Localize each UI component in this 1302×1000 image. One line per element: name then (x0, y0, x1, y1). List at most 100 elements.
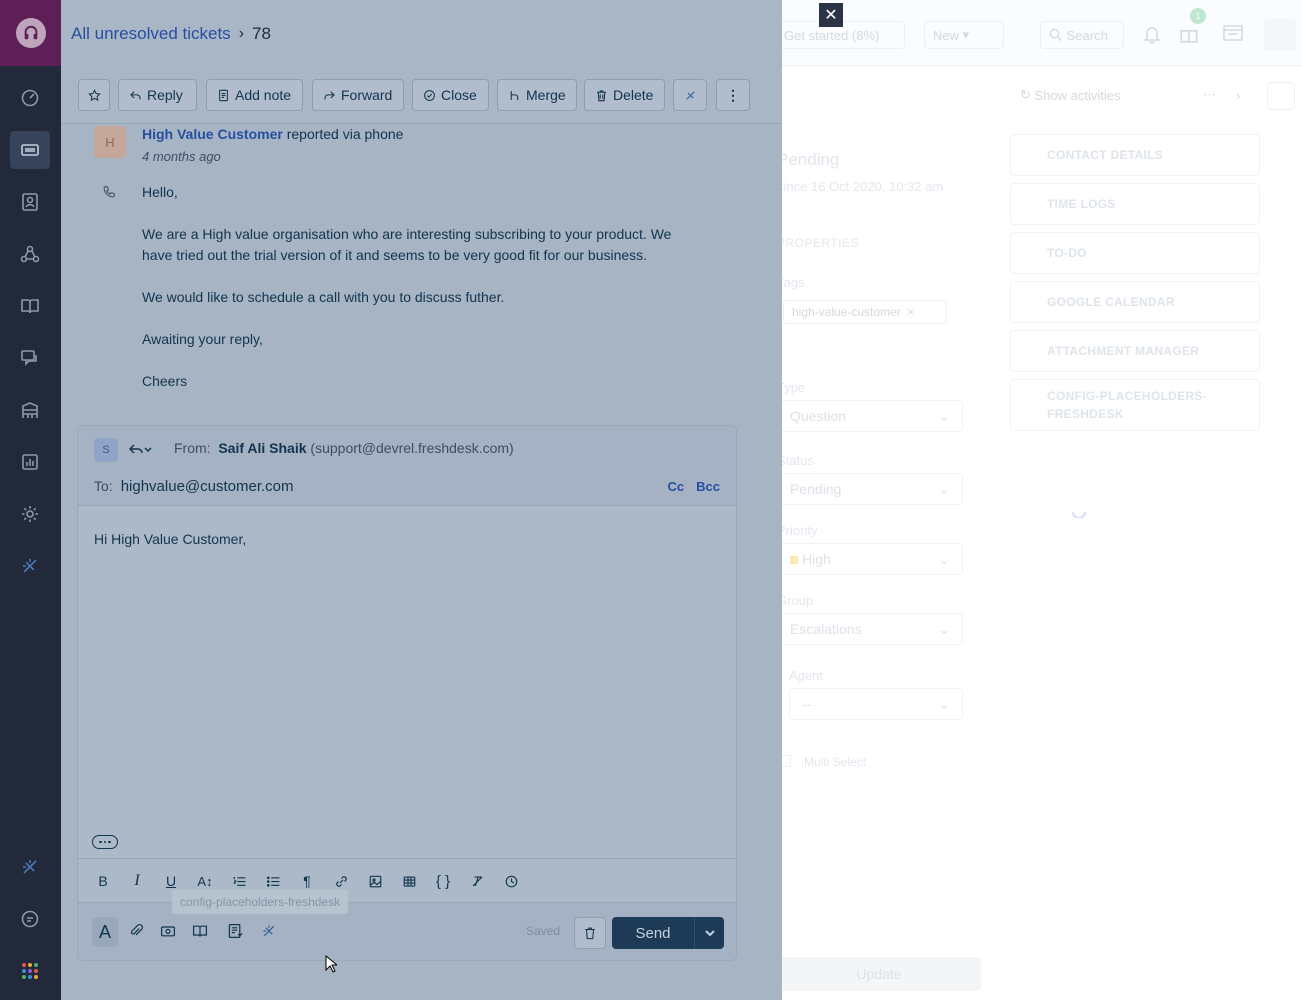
group-select[interactable]: Escalations ⌄ (777, 613, 963, 645)
breadcrumb: All unresolved tickets › 78 (71, 24, 271, 44)
history-icon[interactable] (501, 871, 521, 891)
to-email[interactable]: highvalue@customer.com (121, 478, 294, 495)
message-line-2: We are a High value organisation who are… (142, 226, 672, 263)
reply-button[interactable]: Reply (118, 79, 197, 111)
widget-config-placeholders[interactable]: CONFIG-PLACEHOLDERS-FRESHDESK (1010, 379, 1260, 431)
solution-article-icon[interactable] (188, 919, 212, 943)
app-plugin-icon[interactable] (10, 547, 50, 585)
priority-select[interactable]: High ⌄ (777, 543, 963, 575)
show-activities-button[interactable]: ↻ Show activities (1012, 80, 1190, 110)
reply-icon (130, 90, 141, 99)
paragraph-icon[interactable]: ¶ (297, 871, 317, 891)
reports-icon[interactable] (10, 443, 50, 481)
close-ticket-button[interactable]: Close (412, 79, 489, 111)
text-format-icon[interactable]: A (92, 917, 118, 947)
clear-format-icon[interactable] (467, 871, 487, 891)
ticket-toolbar: Reply Add note Forward Close Merge Delet… (61, 66, 782, 124)
message-line-5: Cheers (142, 373, 188, 389)
forward-button[interactable]: Forward (312, 79, 404, 111)
reply-editor: S From: Saif Ali Shaik (support@devrel.f… (77, 425, 737, 961)
mouse-cursor-icon (325, 955, 337, 973)
calendar-list-icon[interactable] (1221, 23, 1245, 43)
profile-avatar[interactable] (1264, 19, 1296, 51)
agent-select[interactable]: -- ⌄ (789, 688, 963, 720)
saved-status: Saved (526, 924, 561, 938)
canned-response-icon[interactable] (156, 919, 180, 943)
next-ticket-button[interactable]: › (1228, 80, 1254, 110)
groups-icon[interactable] (10, 235, 50, 273)
star-button[interactable] (78, 79, 110, 111)
phone-icon (103, 185, 116, 198)
contacts-icon[interactable] (10, 183, 50, 221)
gift-icon[interactable] (1178, 22, 1200, 44)
numbered-list-icon[interactable] (229, 871, 249, 891)
star-icon (87, 88, 101, 101)
bell-icon[interactable] (1142, 24, 1162, 44)
dashboard-icon[interactable] (10, 79, 50, 117)
app-plugin-icon-bottom[interactable] (10, 848, 50, 886)
forums-icon[interactable] (10, 339, 50, 377)
freshdesk-logo[interactable] (0, 0, 61, 66)
template-icon[interactable] (223, 919, 247, 943)
tag-chip[interactable]: high-value-customer × (783, 300, 947, 324)
bcc-link[interactable]: Bcc (696, 479, 720, 494)
from-email[interactable]: (support@devrel.freshdesk.com) (310, 440, 513, 456)
send-button[interactable]: Send (612, 917, 694, 949)
from-name: Saif Ali Shaik (218, 440, 307, 456)
group-value: Escalations (790, 621, 862, 637)
attachment-icon[interactable] (124, 919, 148, 943)
ticket-overlay: All unresolved tickets › 78 Reply Add no… (61, 0, 843, 1000)
link-icon[interactable] (331, 871, 351, 891)
delete-button[interactable]: Delete (584, 79, 665, 111)
app-plugin-button[interactable] (673, 79, 707, 111)
app-plugin-icon[interactable] (257, 919, 281, 943)
close-overlay-button[interactable]: ✕ (819, 3, 843, 27)
more-actions-button[interactable]: ⋮ (716, 79, 750, 111)
from-label: From: (174, 440, 211, 456)
discard-draft-button[interactable] (574, 917, 606, 949)
sender-name-link[interactable]: High Value Customer (142, 126, 283, 142)
update-button[interactable]: Update (777, 957, 981, 991)
tickets-icon[interactable] (10, 131, 50, 169)
widget-google-calendar[interactable]: GOOGLE CALENDAR (1010, 281, 1260, 323)
type-value: Question (790, 408, 847, 424)
new-button[interactable]: New ▾ (924, 21, 1004, 49)
breadcrumb-parent-link[interactable]: All unresolved tickets (71, 24, 231, 44)
add-note-button[interactable]: Add note (206, 79, 303, 111)
search-box[interactable]: Search (1040, 21, 1124, 49)
code-braces-icon[interactable]: { } (433, 871, 453, 891)
solutions-icon[interactable] (10, 287, 50, 325)
apps-grid-icon[interactable] (10, 952, 50, 990)
table-icon[interactable] (399, 871, 419, 891)
widget-attachment-manager[interactable]: ATTACHMENT MANAGER (1010, 330, 1260, 372)
widget-to-do[interactable]: TO-DO (1010, 232, 1260, 274)
bold-icon[interactable]: B (93, 871, 113, 891)
bullet-list-icon[interactable] (263, 871, 283, 891)
settings-gear-icon[interactable] (10, 495, 50, 533)
type-select[interactable]: Question ⌄ (777, 400, 963, 432)
priority-label: Priority (777, 523, 818, 538)
merge-icon (510, 90, 519, 100)
collapse-panel-button[interactable] (1267, 82, 1295, 110)
loading-spinner-icon (1072, 511, 1086, 518)
reply-type-dropdown-icon[interactable] (128, 442, 152, 458)
note-icon (219, 89, 228, 101)
priority-value: High (802, 551, 831, 567)
italic-icon[interactable]: I (127, 871, 147, 891)
send-options-dropdown[interactable] (694, 917, 724, 949)
show-more-button[interactable] (92, 835, 118, 849)
widget-time-logs[interactable]: TIME LOGS (1010, 183, 1260, 225)
cc-link[interactable]: Cc (668, 479, 685, 494)
more-options-button[interactable]: ⋯ (1195, 80, 1225, 110)
widget-contact-details[interactable]: CONTACT DETAILS (1010, 134, 1260, 176)
chat-icon[interactable] (10, 900, 50, 938)
reply-body[interactable]: Hi High Value Customer, (94, 531, 246, 547)
admin-building-icon[interactable] (10, 391, 50, 429)
font-size-icon[interactable]: A↕ (195, 871, 215, 891)
status-select[interactable]: Pending ⌄ (777, 473, 963, 505)
image-icon[interactable] (365, 871, 385, 891)
app-plugin-icon (685, 90, 695, 100)
properties-heading: PROPERTIES (777, 236, 860, 250)
underline-icon[interactable]: U (161, 871, 181, 891)
merge-button[interactable]: Merge (497, 79, 577, 111)
